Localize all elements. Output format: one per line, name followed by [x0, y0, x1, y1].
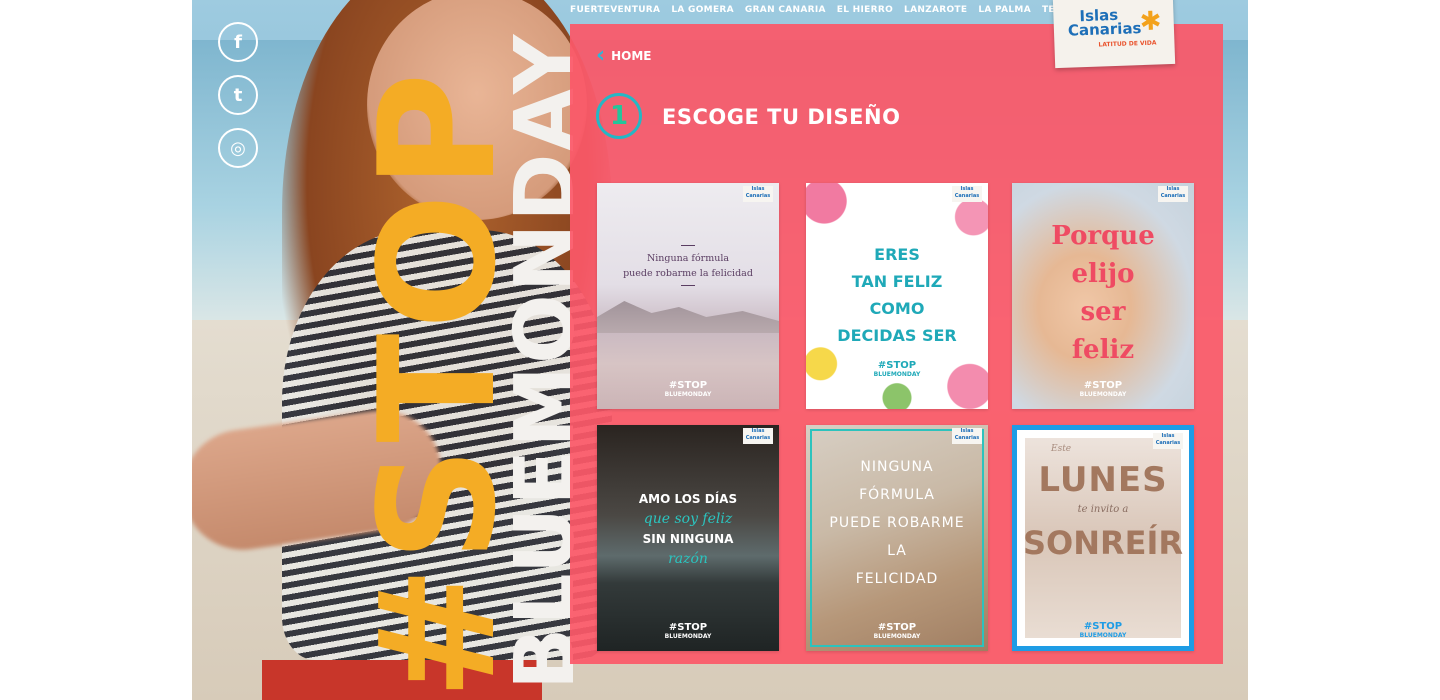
- mountain-silhouette: [597, 301, 779, 333]
- twitter-icon[interactable]: t: [218, 75, 258, 115]
- card-logo: Islas Canarias: [952, 428, 982, 444]
- logo-star-icon: ✱: [1139, 6, 1163, 38]
- card-quote-mid: te invito a: [1077, 504, 1129, 515]
- card-quote-pre: Este: [1051, 444, 1072, 454]
- card-hashtag: #STOP BLUEMONDAY: [873, 622, 921, 641]
- design-card-1[interactable]: Ninguna fórmula puede robarme la felicid…: [597, 183, 779, 409]
- divider: [681, 285, 695, 286]
- nav-gran-canaria[interactable]: GRAN CANARIA: [745, 5, 826, 15]
- home-link[interactable]: ‹ HOME: [596, 45, 651, 67]
- card-logo: Islas Canarias: [743, 428, 773, 444]
- card-logo: Islas Canarias: [743, 186, 773, 202]
- facebook-icon[interactable]: f: [218, 22, 258, 62]
- card-hashtag: #STOP BLUEMONDAY: [1079, 621, 1127, 640]
- card-logo: Islas Canarias: [1153, 433, 1183, 449]
- home-label: HOME: [611, 49, 652, 63]
- step-title: ESCOGE TU DISEÑO: [662, 105, 901, 129]
- design-card-2[interactable]: ERES TAN FELIZ COMO DECIDAS SER Islas Can…: [806, 183, 988, 409]
- logo-line-2: Canarias: [1067, 19, 1142, 40]
- design-card-5[interactable]: NINGUNA FÓRMULA PUEDE ROBARME LA FELICID…: [806, 425, 988, 651]
- nav-fuerteventura[interactable]: FUERTEVENTURA: [570, 5, 660, 15]
- design-card-3[interactable]: Porque elijo ser feliz Islas Canarias #ST…: [1012, 183, 1194, 409]
- hero-hashtag-stop: #STOP: [344, 68, 531, 700]
- instagram-icon[interactable]: ◎: [218, 128, 258, 168]
- card-quote: NINGUNA FÓRMULA PUEDE ROBARME LA FELICID…: [829, 459, 965, 587]
- design-card-6[interactable]: Este LUNES te invito a SONREÍR Islas Cana…: [1012, 425, 1194, 651]
- design-card-4[interactable]: AMO LOS DÍAS que soy feliz SIN NINGUNA r…: [597, 425, 779, 651]
- chevron-left-icon: ‹: [596, 43, 606, 68]
- card-hashtag: #STOP BLUEMONDAY: [664, 622, 712, 641]
- island-nav: FUERTEVENTURA LA GOMERA GRAN CANARIA EL …: [570, 5, 1093, 15]
- card-quote: Porque elijo ser feliz: [1051, 221, 1155, 365]
- card-quote-big-2: SONREÍR: [1022, 524, 1184, 562]
- card-logo: Islas Canarias: [1158, 186, 1188, 202]
- card-hashtag: #STOP BLUEMONDAY: [1079, 380, 1127, 399]
- divider: [681, 245, 695, 246]
- islas-canarias-logo[interactable]: Islas Canarias LATITUD DE VIDA ✱: [1052, 0, 1176, 69]
- card-hashtag: #STOP BLUEMONDAY: [664, 380, 712, 399]
- logo-tagline: LATITUD DE VIDA: [1098, 39, 1157, 49]
- card-quote: Ninguna fórmula puede robarme la felicid…: [623, 253, 753, 279]
- nav-la-palma[interactable]: LA PALMA: [978, 5, 1031, 15]
- card-quote-big-1: LUNES: [1038, 460, 1168, 500]
- step-number-badge: 1: [596, 93, 642, 139]
- card-logo: Islas Canarias: [952, 186, 982, 202]
- card-hashtag: #STOP BLUEMONDAY: [873, 360, 921, 379]
- nav-lanzarote[interactable]: LANZAROTE: [904, 5, 967, 15]
- nav-la-gomera[interactable]: LA GOMERA: [671, 5, 734, 15]
- card-quote: AMO LOS DÍAS que soy feliz SIN NINGUNA r…: [638, 492, 738, 567]
- card-quote: ERES TAN FELIZ COMO DECIDAS SER: [837, 245, 957, 345]
- nav-el-hierro[interactable]: EL HIERRO: [837, 5, 893, 15]
